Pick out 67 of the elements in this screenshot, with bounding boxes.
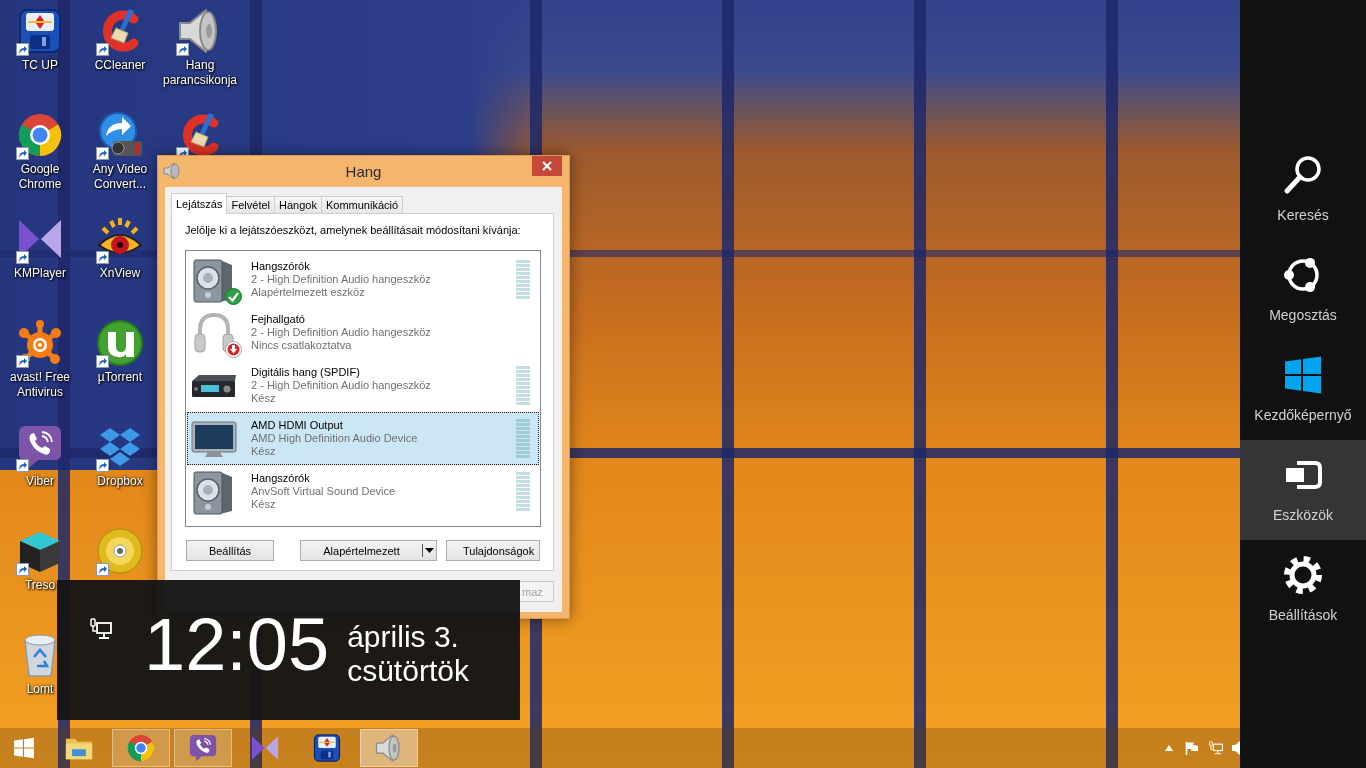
device-driver: AnvSoft Virtual Sound Device [251,485,397,498]
close-icon [542,161,552,171]
windows-logo-icon [1283,355,1323,395]
icon-label[interactable]: avast! Free Antivirus [1,370,79,400]
charm-button[interactable]: Eszközök [1240,440,1366,540]
clock-time: 12:05 [144,605,330,685]
tab[interactable]: Lejátszás [171,193,228,214]
search-icon [1283,155,1323,195]
device-row[interactable]: AMD HDMI Output AMD High Definition Audio Device Kész [187,412,539,465]
charm-button[interactable]: Beállítások [1240,540,1366,640]
device-driver: AMD High Definition Audio Device [251,432,419,445]
disc-icon[interactable] [96,527,144,575]
up-arrow-icon[interactable] [1165,745,1173,751]
split-button[interactable]: Alapértelmezett [300,540,437,561]
browser-logo-icon[interactable] [16,111,64,159]
icon-label[interactable]: Any Video Convert... [81,162,159,192]
device-name: AMD HDMI Output [251,419,344,432]
device-status: Alapértelmezett eszköz [251,286,366,299]
tab[interactable]: Hangok [274,196,322,214]
windows-logo-icon [13,737,35,759]
icon-label[interactable]: µTorrent [97,370,143,385]
charm-button[interactable]: Kezdőképernyő [1240,340,1366,440]
device-status: Kész [251,498,277,511]
arrow-camera-icon[interactable] [96,111,144,159]
taskbar-button[interactable] [174,729,232,767]
phone-bubble-icon[interactable] [16,423,64,471]
flag-icon[interactable] [1185,741,1199,755]
device-row[interactable]: Hangszórók AnvSoft Virtual Sound Device Kész [187,465,539,518]
circle-logo-icon[interactable] [96,319,144,367]
dialog-button[interactable]: Tulajdonságok [446,540,540,561]
close-button[interactable] [532,156,562,176]
icon-label[interactable]: Google Chrome [1,162,79,192]
weekday-text: csütörtök [347,654,469,688]
device-status: Nincs csatlakoztatva [251,339,353,352]
splat-icon[interactable] [16,319,64,367]
settings-icon [1283,555,1323,595]
instruction-text: Jelölje ki a lejátszóeszközt, amelynek beállításait módosítani kívánja: [185,224,522,237]
device-status: Kész [251,445,277,458]
browser-logo-icon [126,733,156,763]
device-name: Hangszórók [251,472,311,485]
date-text: április 3. [347,620,460,654]
icon-label[interactable]: XnView [99,266,141,281]
icon-label[interactable]: KMPlayer [14,266,66,281]
device-name: Digitális hang (SPDIF) [251,366,361,379]
device-status: Kész [251,392,277,405]
device-driver: 2 - High Definition Audio hangeszköz [251,273,432,286]
device-row[interactable]: Digitális hang (SPDIF) 2 - High Definition Audio hangeszköz Kész [187,359,539,412]
caret-icon [425,548,434,553]
window-title: Hang [344,162,383,182]
phone-bubble-icon [188,733,218,763]
speaker-icon [163,162,181,180]
device-row[interactable]: Fejhallgató 2 - High Definition Audio hangeszköz Nincs csatlakoztatva [187,306,539,359]
charm-button[interactable]: Keresés [1240,140,1366,240]
icon-label[interactable]: Hang parancsikonja [161,58,239,88]
device-driver: 2 - High Definition Audio hangeszköz [251,326,432,339]
charm-button[interactable]: Megosztás [1240,240,1366,340]
device-row[interactable]: Hangszórók 2 - High Definition Audio hangeszköz Alapértelmezett eszköz [187,253,539,306]
device-name: Hangszórók [251,260,311,273]
tab[interactable]: Kommunikáció [320,196,404,214]
network-icon [90,618,112,640]
network-icon[interactable] [1209,741,1223,755]
device-driver: 2 - High Definition Audio hangeszköz [251,379,432,392]
tab[interactable]: Felvétel [226,196,275,214]
icon-label[interactable]: TC UP [22,58,58,73]
dialog-button[interactable]: Beállítás [186,540,274,561]
device-name: Fejhallgató [251,313,306,326]
icon-label[interactable]: CCleaner [94,58,146,73]
